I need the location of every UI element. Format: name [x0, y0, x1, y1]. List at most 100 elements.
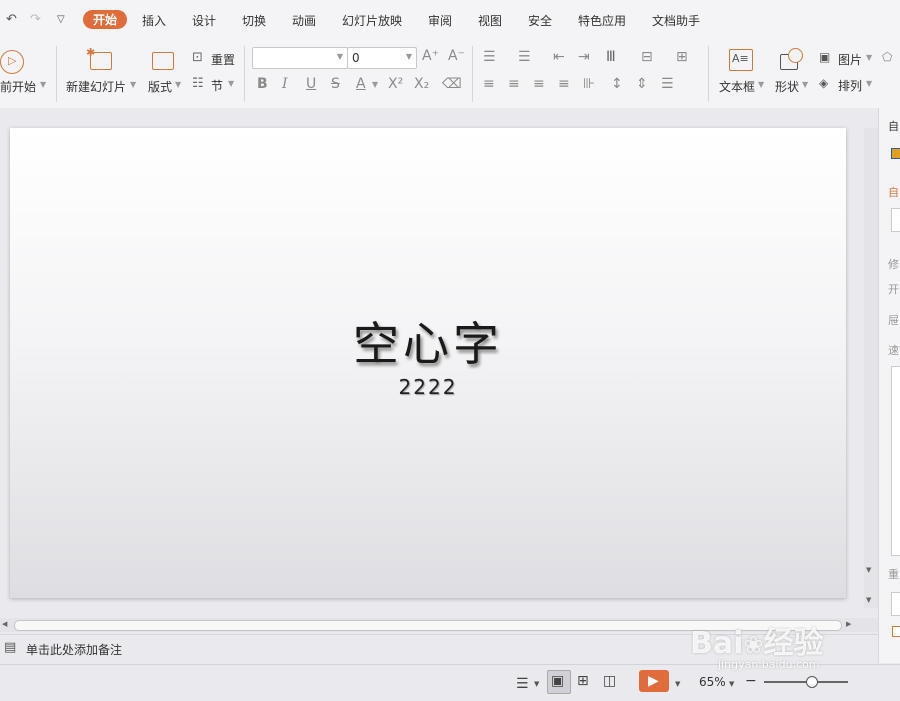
- divider: [56, 46, 57, 102]
- justify-icon[interactable]: ≡: [558, 76, 570, 92]
- chevron-down-icon: ▼: [336, 52, 343, 61]
- zoom-slider-thumb[interactable]: [806, 676, 818, 688]
- baidu-watermark-logo: Bai❀经验: [690, 626, 824, 661]
- zoom-level[interactable]: 65%: [699, 675, 726, 689]
- reading-view-icon[interactable]: ◫: [603, 673, 616, 689]
- strikethrough-icon[interactable]: S: [331, 76, 340, 92]
- pane-label-modify: 修: [888, 258, 899, 271]
- shape-circle-icon: [788, 48, 803, 63]
- columns-icon[interactable]: ⊞: [676, 49, 688, 65]
- tab-design[interactable]: 设计: [192, 12, 216, 29]
- align-right-icon[interactable]: ≡: [533, 76, 545, 92]
- pane-checkbox[interactable]: [892, 626, 900, 637]
- customize-toolbar-icon[interactable]: ▽: [57, 14, 65, 25]
- task-pane: 自 自 修 开 屉 速 重: [878, 108, 900, 663]
- next-slide-icon[interactable]: ▼: [866, 596, 871, 604]
- arrange-button[interactable]: 排列: [838, 77, 862, 94]
- picture-button[interactable]: 图片: [838, 51, 862, 68]
- chevron-down-icon[interactable]: ▼: [758, 80, 764, 89]
- redo-icon[interactable]: ↷: [30, 12, 41, 27]
- scroll-down-icon[interactable]: ▼: [866, 566, 871, 574]
- chevron-down-icon[interactable]: ▼: [130, 80, 136, 89]
- pane-label-start: 开: [888, 283, 899, 296]
- increase-indent-icon[interactable]: ⇥: [578, 49, 590, 65]
- slide-sorter-icon[interactable]: ⊞: [577, 673, 589, 689]
- slide-title[interactable]: 空心字: [10, 308, 846, 374]
- divider: [472, 46, 473, 102]
- new-slide-button[interactable]: 新建幻灯片: [66, 78, 126, 95]
- pane-heading: 自: [888, 186, 899, 199]
- align-left-icon[interactable]: ≡: [483, 76, 495, 92]
- chevron-down-icon[interactable]: ▼: [372, 80, 378, 89]
- font-name-select[interactable]: ▼: [252, 47, 348, 69]
- text-box-button[interactable]: 文本框: [719, 78, 755, 95]
- text-box-glyph: A≡: [732, 52, 749, 65]
- bullet-list-icon[interactable]: ☰: [483, 49, 496, 65]
- tab-slideshow[interactable]: 幻灯片放映: [342, 12, 402, 29]
- slide[interactable]: 空心字 2222: [10, 128, 846, 598]
- vertical-scrollbar[interactable]: [864, 128, 878, 608]
- play-triangle-icon: ▷: [8, 54, 17, 67]
- align-text-icon[interactable]: ⊟: [641, 49, 653, 65]
- chevron-down-icon[interactable]: ▼: [175, 80, 181, 89]
- section-button[interactable]: 节: [211, 77, 223, 94]
- italic-icon[interactable]: I: [282, 76, 288, 92]
- line-spacing-icon[interactable]: ↕: [611, 76, 623, 92]
- superscript-icon[interactable]: X²: [388, 76, 403, 92]
- decrease-indent-icon[interactable]: ⇤: [553, 49, 565, 65]
- font-size-select[interactable]: 0 ▼: [347, 47, 417, 69]
- tab-transitions[interactable]: 切换: [242, 12, 266, 29]
- font-color-icon[interactable]: A: [356, 76, 366, 92]
- align-center-icon[interactable]: ≡: [508, 76, 520, 92]
- pane-label: 自: [888, 120, 899, 133]
- decrease-font-icon[interactable]: A⁻: [448, 48, 465, 64]
- tab-insert[interactable]: 插入: [142, 12, 166, 29]
- from-start-button[interactable]: 前开始: [0, 78, 36, 95]
- shape-button[interactable]: 形状: [775, 78, 799, 95]
- chevron-down-icon[interactable]: ▼: [40, 80, 46, 89]
- increase-font-icon[interactable]: A⁺: [422, 48, 439, 64]
- tab-review[interactable]: 审阅: [428, 12, 452, 29]
- chevron-down-icon[interactable]: ▼: [675, 680, 680, 688]
- tab-view[interactable]: 视图: [478, 12, 502, 29]
- scroll-right-icon[interactable]: ▶: [846, 620, 851, 628]
- chevron-down-icon[interactable]: ▼: [866, 79, 872, 88]
- zoom-out-icon[interactable]: −: [745, 673, 757, 689]
- pane-select[interactable]: [891, 208, 900, 232]
- reset-button[interactable]: 重置: [211, 51, 235, 68]
- undo-icon[interactable]: ↶: [6, 12, 17, 27]
- pane-label-reorder: 重: [888, 568, 899, 581]
- chevron-down-icon[interactable]: ▼: [534, 680, 539, 688]
- chevron-down-icon[interactable]: ▼: [729, 680, 734, 688]
- clear-format-icon[interactable]: ⌫: [442, 76, 462, 92]
- slide-subtitle[interactable]: 2222: [10, 375, 846, 399]
- numbered-list-icon[interactable]: ☰: [518, 49, 531, 65]
- notes-placeholder[interactable]: 单击此处添加备注: [26, 641, 122, 658]
- picture-icon: ▣: [819, 50, 831, 64]
- layout-icon[interactable]: [152, 52, 174, 70]
- tab-animations[interactable]: 动画: [292, 12, 316, 29]
- underline-icon[interactable]: U: [306, 76, 316, 92]
- scroll-left-icon[interactable]: ◀: [2, 620, 7, 628]
- pane-field[interactable]: [891, 592, 900, 616]
- bold-icon[interactable]: B: [257, 76, 268, 92]
- pane-label-property: 屉: [888, 314, 899, 327]
- paragraph-spacing-icon[interactable]: ⇕: [636, 76, 648, 92]
- more-tools-icon[interactable]: ⬠: [882, 50, 892, 64]
- notes-toggle-icon[interactable]: ☰: [516, 676, 529, 692]
- tab-special-apps[interactable]: 特色应用: [578, 12, 626, 29]
- subscript-icon[interactable]: X₂: [414, 76, 429, 92]
- text-direction-icon[interactable]: Ⅲ: [606, 49, 616, 65]
- distribute-icon[interactable]: ⊪: [583, 76, 595, 92]
- tab-home[interactable]: 开始: [83, 10, 128, 29]
- tab-doc-assistant[interactable]: 文档助手: [652, 12, 700, 29]
- chevron-down-icon[interactable]: ▼: [866, 53, 872, 62]
- chevron-down-icon[interactable]: ▼: [228, 79, 234, 88]
- animation-list[interactable]: [891, 366, 900, 556]
- paragraph-settings-icon[interactable]: ☰: [661, 76, 674, 92]
- chevron-down-icon[interactable]: ▼: [802, 80, 808, 89]
- layout-button[interactable]: 版式: [148, 78, 172, 95]
- chevron-down-icon: ▼: [405, 52, 412, 61]
- tab-security[interactable]: 安全: [528, 12, 552, 29]
- color-swatch-icon[interactable]: [891, 148, 900, 159]
